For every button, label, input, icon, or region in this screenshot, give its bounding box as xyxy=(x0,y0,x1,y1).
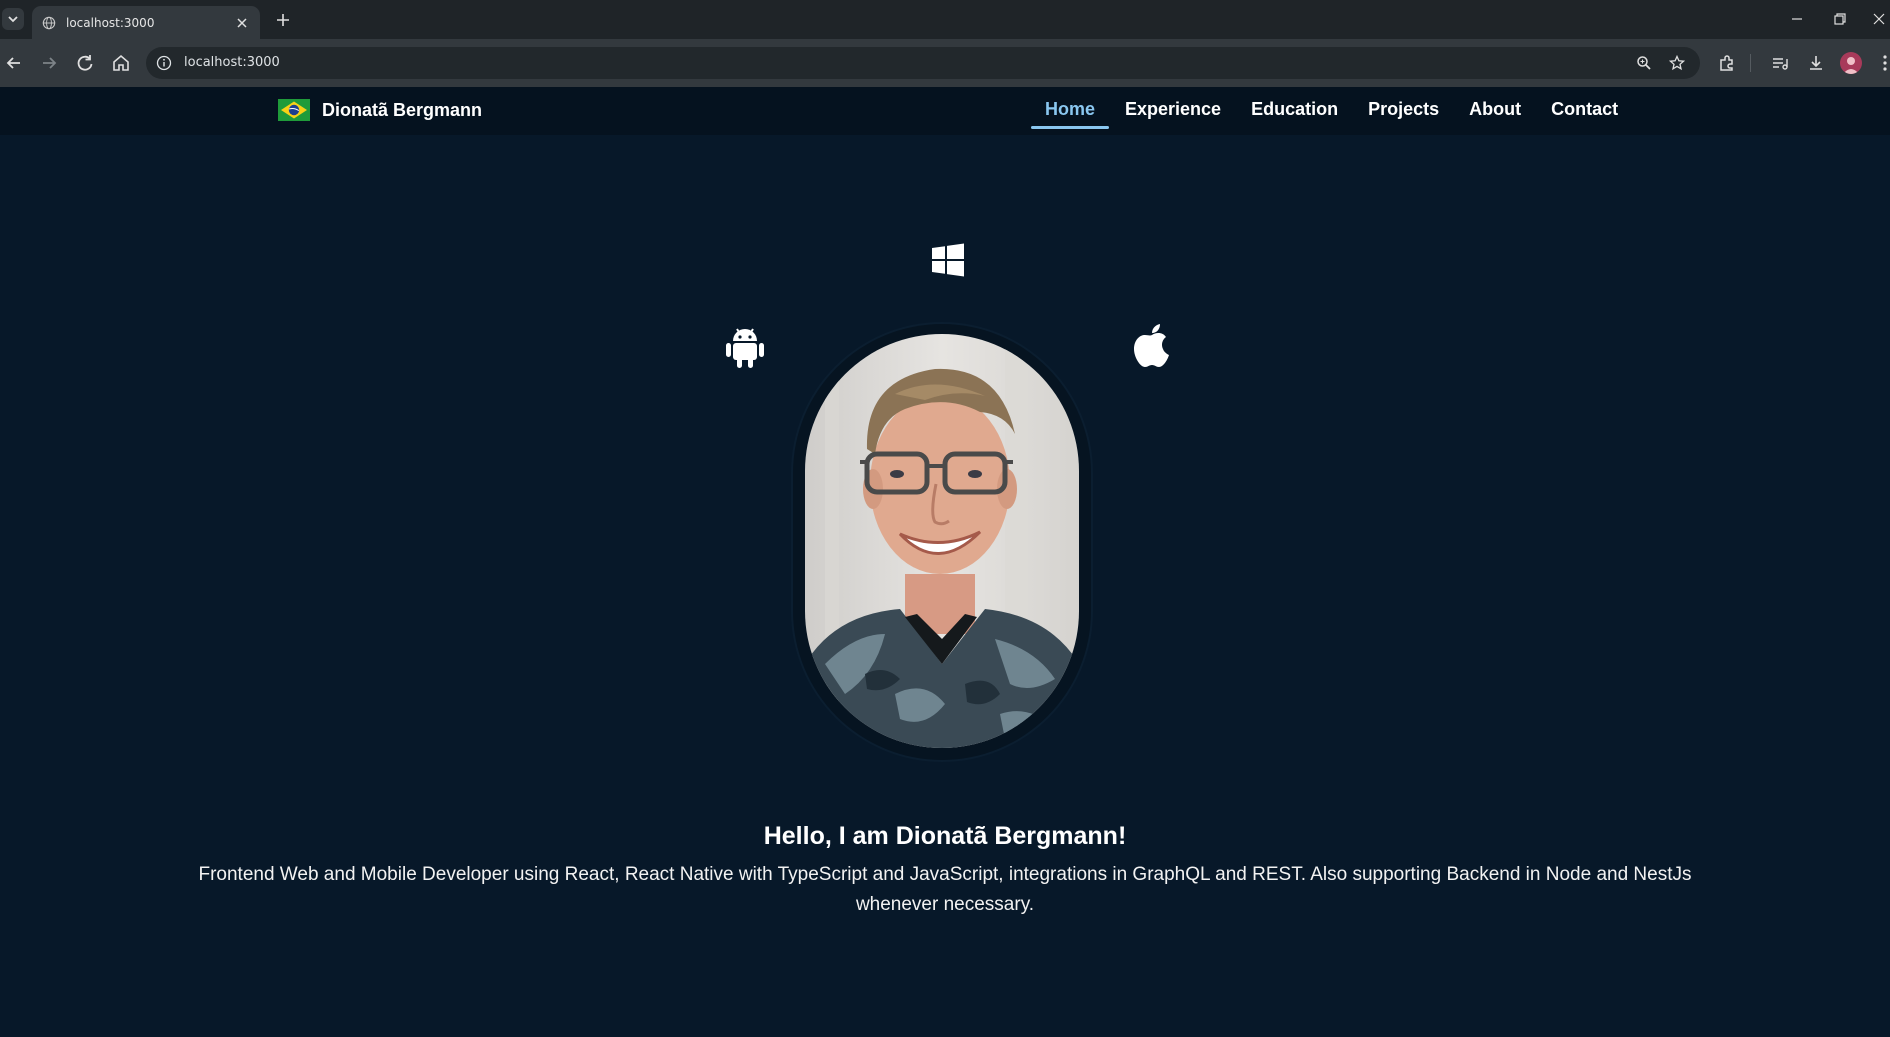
site-navbar: Dionatã Bergmann Home Experience Educati… xyxy=(0,87,1890,135)
hero-title: Hello, I am Dionatã Bergmann! xyxy=(763,822,1127,850)
hero-description: Frontend Web and Mobile Developer using … xyxy=(198,864,1692,915)
nav-link-home[interactable]: Home xyxy=(1031,91,1110,131)
media-control-icon[interactable] xyxy=(1769,52,1791,74)
info-icon[interactable] xyxy=(156,55,172,71)
window-close-icon[interactable] xyxy=(1868,8,1890,30)
nav-links: Home Experience Education Projects About… xyxy=(1030,87,1633,135)
home-icon[interactable] xyxy=(109,51,133,75)
reload-icon[interactable] xyxy=(73,51,97,75)
zoom-icon[interactable] xyxy=(1636,55,1652,71)
browser-toolbar: localhost:3000 xyxy=(0,39,1890,87)
back-icon[interactable] xyxy=(2,51,26,75)
globe-icon xyxy=(42,16,56,29)
restore-icon[interactable] xyxy=(1829,8,1851,30)
brand[interactable]: Dionatã Bergmann xyxy=(278,99,482,121)
url-text: localhost:3000 xyxy=(184,55,280,70)
tab-list-icon[interactable] xyxy=(2,8,24,30)
nav-link-projects[interactable]: Projects xyxy=(1354,91,1453,131)
nav-link-contact[interactable]: Contact xyxy=(1537,91,1632,131)
plus-icon[interactable] xyxy=(272,9,294,31)
minimize-icon[interactable] xyxy=(1786,8,1808,30)
profile-photo xyxy=(805,334,1079,748)
windows-icon xyxy=(932,243,964,277)
address-bar[interactable]: localhost:3000 xyxy=(146,47,1700,79)
browser-tab[interactable]: localhost:3000 xyxy=(32,6,260,39)
download-icon[interactable] xyxy=(1805,52,1827,74)
more-menu-icon[interactable] xyxy=(1874,52,1890,74)
android-icon xyxy=(726,328,764,368)
bookmark-star-icon[interactable] xyxy=(1669,55,1685,71)
extensions-icon[interactable] xyxy=(1716,52,1738,74)
close-icon[interactable] xyxy=(234,15,250,31)
forward-icon[interactable] xyxy=(37,51,61,75)
profile-avatar-icon[interactable] xyxy=(1840,52,1862,74)
nav-link-experience[interactable]: Experience xyxy=(1111,91,1235,131)
nav-link-education[interactable]: Education xyxy=(1237,91,1352,131)
brand-name: Dionatã Bergmann xyxy=(322,99,483,120)
brazil-flag-icon xyxy=(278,99,310,121)
browser-tab-bar: localhost:3000 xyxy=(0,0,1890,39)
tab-title: localhost:3000 xyxy=(66,15,155,30)
nav-link-about[interactable]: About xyxy=(1455,91,1535,131)
toolbar-divider xyxy=(1750,54,1751,72)
apple-icon xyxy=(1134,324,1169,367)
